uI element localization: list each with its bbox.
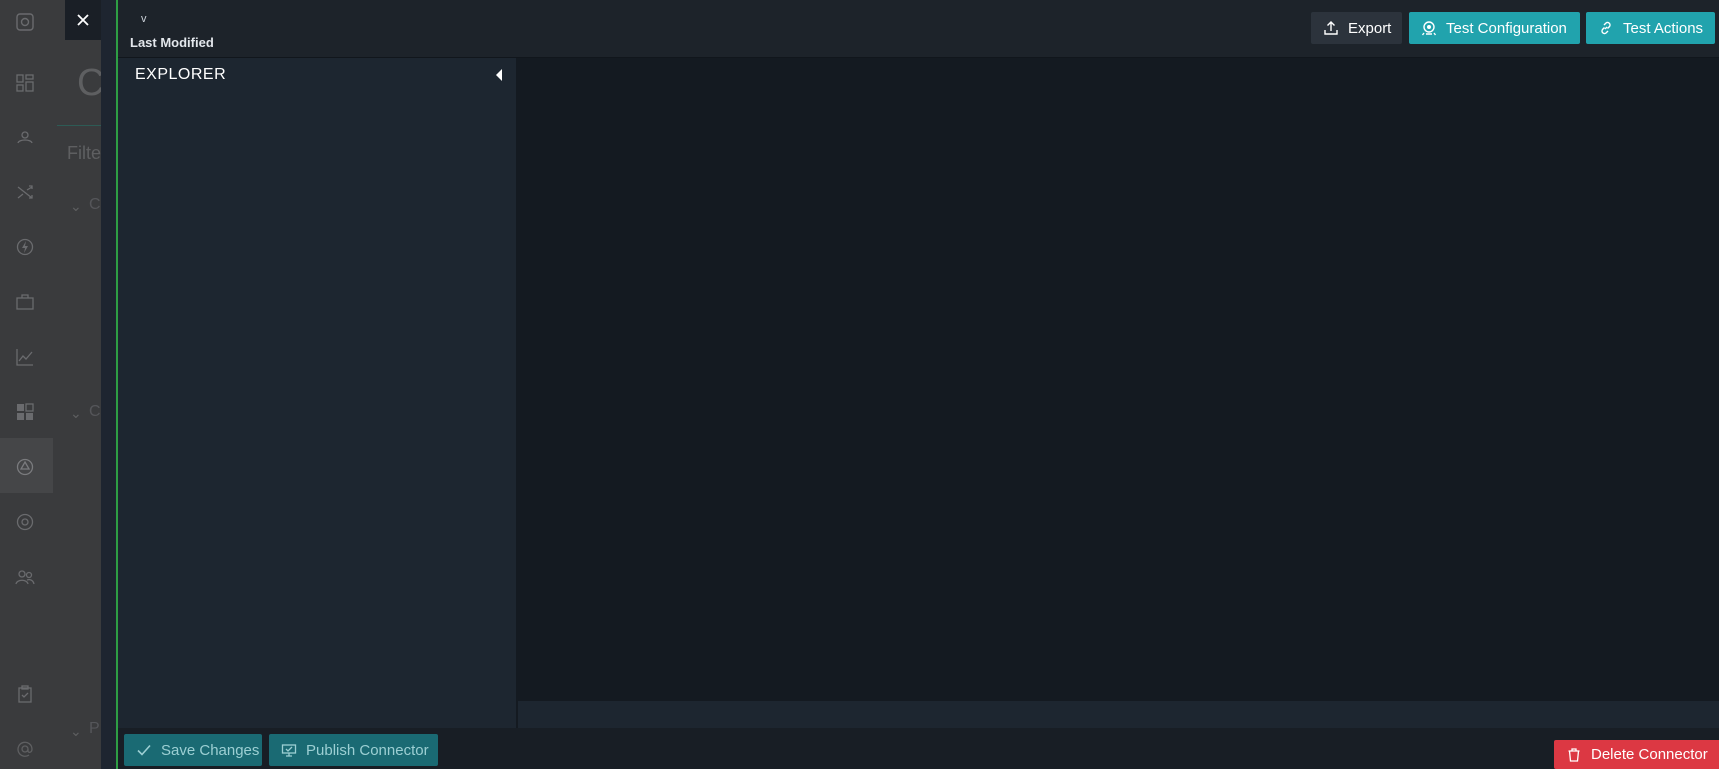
publish-connector-label: Publish Connector bbox=[306, 741, 429, 759]
explorer-title: EXPLORER bbox=[135, 66, 227, 83]
drawer-header: v Last Modified Export Test Configuratio… bbox=[118, 0, 1719, 58]
aperture-icon[interactable] bbox=[14, 511, 36, 533]
shuffle-icon[interactable] bbox=[14, 181, 36, 203]
clipboard-icon[interactable] bbox=[14, 683, 36, 705]
upload-icon bbox=[1324, 21, 1338, 35]
publish-connector-button[interactable]: Publish Connector bbox=[269, 734, 438, 766]
save-changes-label: Save Changes bbox=[161, 741, 260, 759]
apps-icon[interactable] bbox=[14, 401, 36, 423]
incidents-icon[interactable] bbox=[14, 126, 36, 148]
chevron-down-icon: ⌄ bbox=[70, 198, 82, 214]
bolt-icon[interactable] bbox=[14, 236, 36, 258]
delete-connector-label: Delete Connector bbox=[1591, 746, 1708, 763]
publish-icon bbox=[281, 744, 297, 757]
close-icon bbox=[77, 14, 89, 26]
export-button[interactable]: Export bbox=[1311, 12, 1402, 44]
delete-connector-button[interactable]: Delete Connector bbox=[1554, 740, 1719, 769]
background-section-letter: C bbox=[89, 403, 101, 420]
trash-icon bbox=[1568, 747, 1580, 762]
editor-status-bar bbox=[518, 701, 1719, 728]
logo-icon bbox=[14, 11, 36, 33]
connector-editor-drawer: v Last Modified Export Test Configuratio… bbox=[116, 0, 1719, 769]
users-icon[interactable] bbox=[14, 566, 36, 588]
collapse-left-icon[interactable] bbox=[493, 67, 505, 83]
briefcase-icon[interactable] bbox=[14, 291, 36, 313]
explorer-panel: EXPLORER bbox=[118, 58, 518, 728]
test-configuration-icon bbox=[1421, 21, 1437, 36]
test-actions-button[interactable]: Test Actions bbox=[1586, 12, 1715, 44]
background-divider bbox=[57, 125, 101, 126]
chevron-down-icon: ⌄ bbox=[70, 723, 82, 739]
last-modified-label: Last Modified bbox=[130, 35, 214, 50]
background-sidebar bbox=[0, 0, 53, 769]
background-filter-label: Filte bbox=[67, 143, 101, 163]
background-section-letter: P bbox=[89, 720, 100, 737]
check-icon bbox=[137, 744, 151, 756]
background-page: C Filte ⌄ C ⌄ C ⌄ P bbox=[53, 0, 101, 769]
test-actions-label: Test Actions bbox=[1623, 19, 1704, 37]
background-section-letter: C bbox=[89, 196, 101, 213]
test-configuration-button[interactable]: Test Configuration bbox=[1409, 12, 1580, 44]
background-heading: C bbox=[77, 62, 101, 104]
chart-icon[interactable] bbox=[14, 346, 36, 368]
chevron-down-icon: ⌄ bbox=[70, 405, 82, 421]
test-configuration-label: Test Configuration bbox=[1446, 19, 1567, 37]
dashboard-icon[interactable] bbox=[14, 72, 36, 94]
link-icon bbox=[1601, 21, 1611, 35]
save-changes-button[interactable]: Save Changes bbox=[124, 734, 262, 766]
version-label: v bbox=[141, 13, 147, 25]
close-button[interactable] bbox=[65, 0, 101, 40]
connectors-icon[interactable] bbox=[14, 456, 36, 478]
at-icon[interactable] bbox=[14, 738, 36, 760]
export-label: Export bbox=[1348, 19, 1392, 37]
code-editor[interactable] bbox=[518, 58, 1719, 701]
drawer-footer: Save Changes Publish Connector Delete Co… bbox=[118, 728, 1719, 769]
